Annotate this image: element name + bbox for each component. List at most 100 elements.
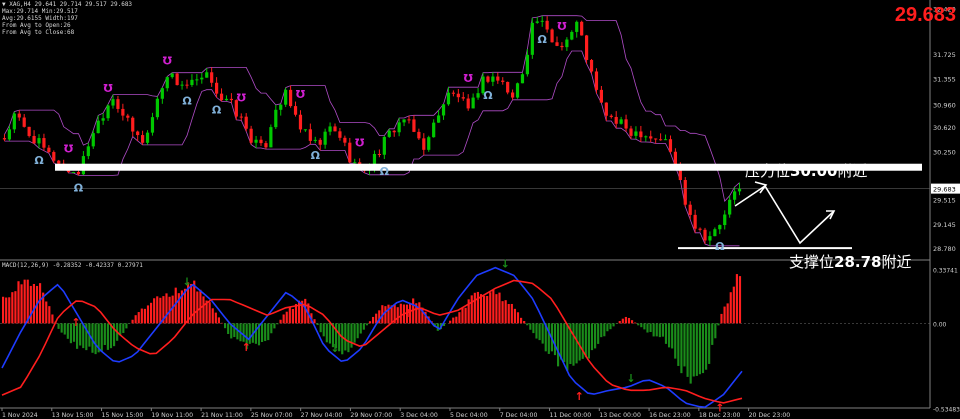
candle-body [555,42,559,46]
macd-histogram-bar [396,307,399,324]
macd-histogram-bar [566,323,569,371]
macd-histogram-bar [224,323,227,329]
price-tick-label: 28.780 [933,245,956,253]
macd-histogram-bar [507,304,510,324]
macd-histogram-bar [498,292,501,324]
fractal-up-icon: Ʊ [163,54,173,67]
fractal-up-icon: Ʊ [103,82,113,95]
time-tick-label: 3 Dec 04:00 [400,412,438,419]
price-tick-label: 29.683 [933,186,956,194]
macd-histogram-bar [634,322,637,324]
macd-histogram-bar [538,323,541,341]
candle-body [210,72,214,83]
macd-histogram-bar [242,323,245,342]
macd-histogram-bar [143,308,146,324]
candle-body [624,119,628,129]
candle-body [422,138,426,150]
stat-avg-open: From Avg to Open:26 [2,22,71,29]
time-tick-label: 29 Nov 07:00 [350,412,392,419]
macd-histogram-bar [674,323,677,359]
candle-body [545,20,549,30]
candle-body [614,116,618,124]
macd-histogram-bar [233,323,236,338]
candle-body [515,83,520,98]
macd-histogram-bar [581,323,584,359]
time-tick-label: 5 Dec 04:00 [450,412,488,419]
macd-histogram-bar [735,274,738,324]
macd-histogram-bar [479,294,483,324]
macd-histogram-bar [365,323,368,326]
macd-histogram-bar [125,323,128,329]
macd-tick-label: -0.53483 [933,407,960,414]
macd-histogram-bar [523,320,526,324]
macd-histogram-bar [652,323,655,337]
candle-body [111,99,115,106]
macd-histogram-bar [563,323,566,363]
candle-body [387,130,391,137]
candle-body [101,118,105,121]
macd-histogram-bar [63,323,66,335]
macd-histogram-bar [45,301,48,324]
fractal-down-icon: Ω [483,89,493,102]
macd-histogram-bar [344,323,347,351]
candle-body [264,143,268,148]
candle-body [348,142,352,163]
candle-body [160,88,164,99]
macd-histogram-bar [347,323,350,353]
candle-body [224,98,229,101]
sell-arrow-icon: ↓ [626,372,635,385]
macd-histogram-bar [597,323,600,344]
candle-body [412,119,416,132]
candle-body [733,191,737,200]
macd-histogram-bar [711,323,714,345]
stat-max-min: Max:29.714 Min:29.517 [2,8,78,15]
candle-body [12,113,16,130]
candle-body [585,35,589,60]
candle-body [318,139,322,145]
current-price-display: 29.683 [894,4,956,26]
macd-histogram-bar [325,323,328,343]
macd-histogram-bar [590,323,594,351]
candle-body [417,131,421,139]
fractal-up-icon: Ʊ [464,72,474,85]
macd-histogram-bar [418,302,421,324]
sell-arrow-icon: ↓ [182,276,191,289]
candle-body [644,136,648,138]
chart-canvas[interactable]: ƱƱƱƱ ƱƱƱƱΩΩΩΩΩΩΩΩΩ 32.42031.72531.35530.9… [0,0,960,419]
candle-body [343,137,347,143]
macd-histogram-bar [291,309,294,324]
candle-body [200,77,204,80]
time-tick-label: 16 Dec 23:00 [649,412,691,419]
macd-histogram-bar [575,323,578,364]
candle-body [634,131,638,136]
candle-body [269,127,273,148]
candle-body [402,119,406,123]
macd-histogram-bar [603,323,606,337]
macd-histogram-bar [270,323,273,334]
candle-body [175,73,179,86]
candle-body [27,126,31,136]
macd-histogram-bar [513,308,516,324]
macd-histogram-bar [113,323,116,347]
candle-body [437,115,441,123]
candle-body [22,117,26,127]
macd-histogram-bar [279,319,282,324]
time-tick-label: 1 Nov 2024 [2,412,38,419]
buy-arrow-icon: ↑ [242,341,251,354]
macd-histogram-bar [285,311,288,324]
candle-body [259,139,263,144]
macd-histogram-bar [631,320,634,324]
candle-body [333,126,337,132]
support-annotation: 支撑位28.78附近 [789,253,912,271]
macd-histogram-bar [39,283,42,324]
candle-body [96,120,100,134]
candle-body [274,109,278,128]
candle-body [688,204,692,215]
candle-body [293,106,298,115]
macd-histogram-bar [526,323,529,326]
macd-histogram-bar [294,304,298,324]
candle-body [723,214,727,226]
macd-histogram-bar [11,292,14,324]
candle-body [432,122,436,138]
macd-histogram-bar [23,279,26,324]
